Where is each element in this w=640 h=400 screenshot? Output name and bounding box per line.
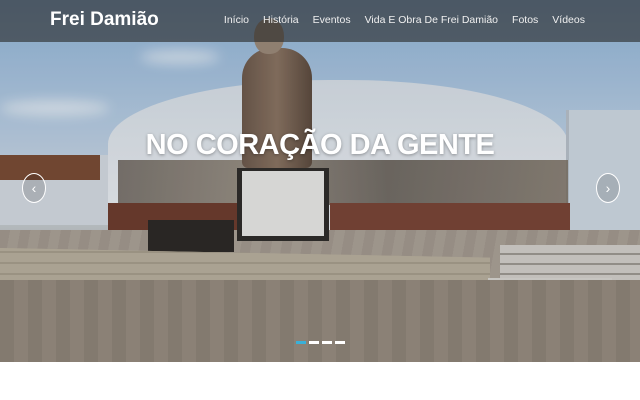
hero-carousel: NO CORAÇÃO DA GENTE ‹ › bbox=[0, 0, 640, 362]
slide-caption: NO CORAÇÃO DA GENTE bbox=[145, 129, 495, 161]
page-content-area bbox=[0, 362, 640, 400]
brand-logo-text[interactable]: Frei Damião bbox=[50, 9, 159, 31]
nav-link-fotos[interactable]: Fotos bbox=[512, 14, 538, 26]
carousel-next-button[interactable]: › bbox=[596, 173, 620, 203]
nav-link-vida-e-obra[interactable]: Vida E Obra De Frei Damião bbox=[365, 14, 498, 26]
nav-link-inicio[interactable]: Início bbox=[224, 14, 249, 26]
carousel-indicator[interactable] bbox=[296, 341, 306, 344]
carousel-indicator[interactable] bbox=[309, 341, 319, 344]
carousel-indicators bbox=[296, 341, 345, 344]
nav-link-eventos[interactable]: Eventos bbox=[313, 14, 351, 26]
carousel-indicator[interactable] bbox=[335, 341, 345, 344]
chevron-left-icon: ‹ bbox=[31, 180, 37, 196]
main-nav: Início História Eventos Vida E Obra De F… bbox=[224, 14, 585, 26]
carousel-prev-button[interactable]: ‹ bbox=[22, 173, 46, 203]
nav-link-historia[interactable]: História bbox=[263, 14, 299, 26]
carousel-indicator[interactable] bbox=[322, 341, 332, 344]
top-navbar: Frei Damião Início História Eventos Vida… bbox=[0, 0, 640, 42]
chevron-right-icon: › bbox=[605, 180, 611, 196]
nav-link-videos[interactable]: Vídeos bbox=[552, 14, 585, 26]
slide-overlay bbox=[0, 0, 640, 362]
